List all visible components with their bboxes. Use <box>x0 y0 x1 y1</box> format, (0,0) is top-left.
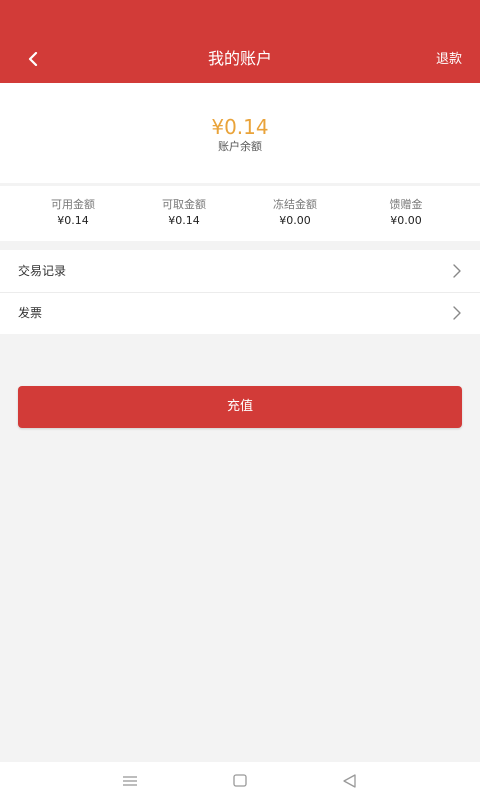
stat-frozen: 冻结金额 ¥0.00 <box>235 198 355 229</box>
stat-label: 馈赠金 <box>389 198 423 211</box>
back-triangle-icon <box>343 774 356 788</box>
menu-item-invoice[interactable]: 发票 <box>0 292 480 334</box>
stat-withdrawable: 可取金额 ¥0.14 <box>124 198 244 229</box>
home-square-icon <box>233 774 247 787</box>
balance-card: ¥0.14 账户余额 <box>0 83 480 183</box>
app-header: 我的账户 退款 <box>0 0 480 83</box>
stat-label: 可用金额 <box>51 198 95 211</box>
stat-available: 可用金额 ¥0.14 <box>13 198 133 229</box>
page-title: 我的账户 <box>207 49 272 68</box>
back-nav-button[interactable] <box>340 771 360 791</box>
menu-item-label: 发票 <box>18 306 43 320</box>
stat-value: ¥0.00 <box>279 214 311 227</box>
stat-label: 冻结金额 <box>273 198 317 211</box>
menu-item-label: 交易记录 <box>18 264 67 278</box>
chevron-right-icon <box>453 306 461 320</box>
balance-label: 账户余额 <box>218 140 262 153</box>
recharge-button[interactable]: 充值 <box>18 386 462 428</box>
stat-value: ¥0.14 <box>168 214 200 227</box>
menu-icon <box>123 776 137 786</box>
refund-button[interactable]: 退款 <box>436 50 462 70</box>
menu-item-transactions[interactable]: 交易记录 <box>0 250 480 293</box>
stat-value: ¥0.00 <box>390 214 422 227</box>
stat-label: 可取金额 <box>162 198 206 211</box>
menu-nav-button[interactable] <box>120 771 140 791</box>
chevron-right-icon <box>453 264 461 278</box>
balance-amount: ¥0.14 <box>211 115 269 139</box>
stat-gift: 馈赠金 ¥0.00 <box>346 198 466 229</box>
home-nav-button[interactable] <box>230 771 250 791</box>
account-menu: 交易记录 发票 <box>0 250 480 334</box>
stat-value: ¥0.14 <box>57 214 89 227</box>
system-nav-bar <box>0 762 480 800</box>
balance-stats: 可用金额 ¥0.14 可取金额 ¥0.14 冻结金额 ¥0.00 馈赠金 ¥0.… <box>0 186 480 241</box>
